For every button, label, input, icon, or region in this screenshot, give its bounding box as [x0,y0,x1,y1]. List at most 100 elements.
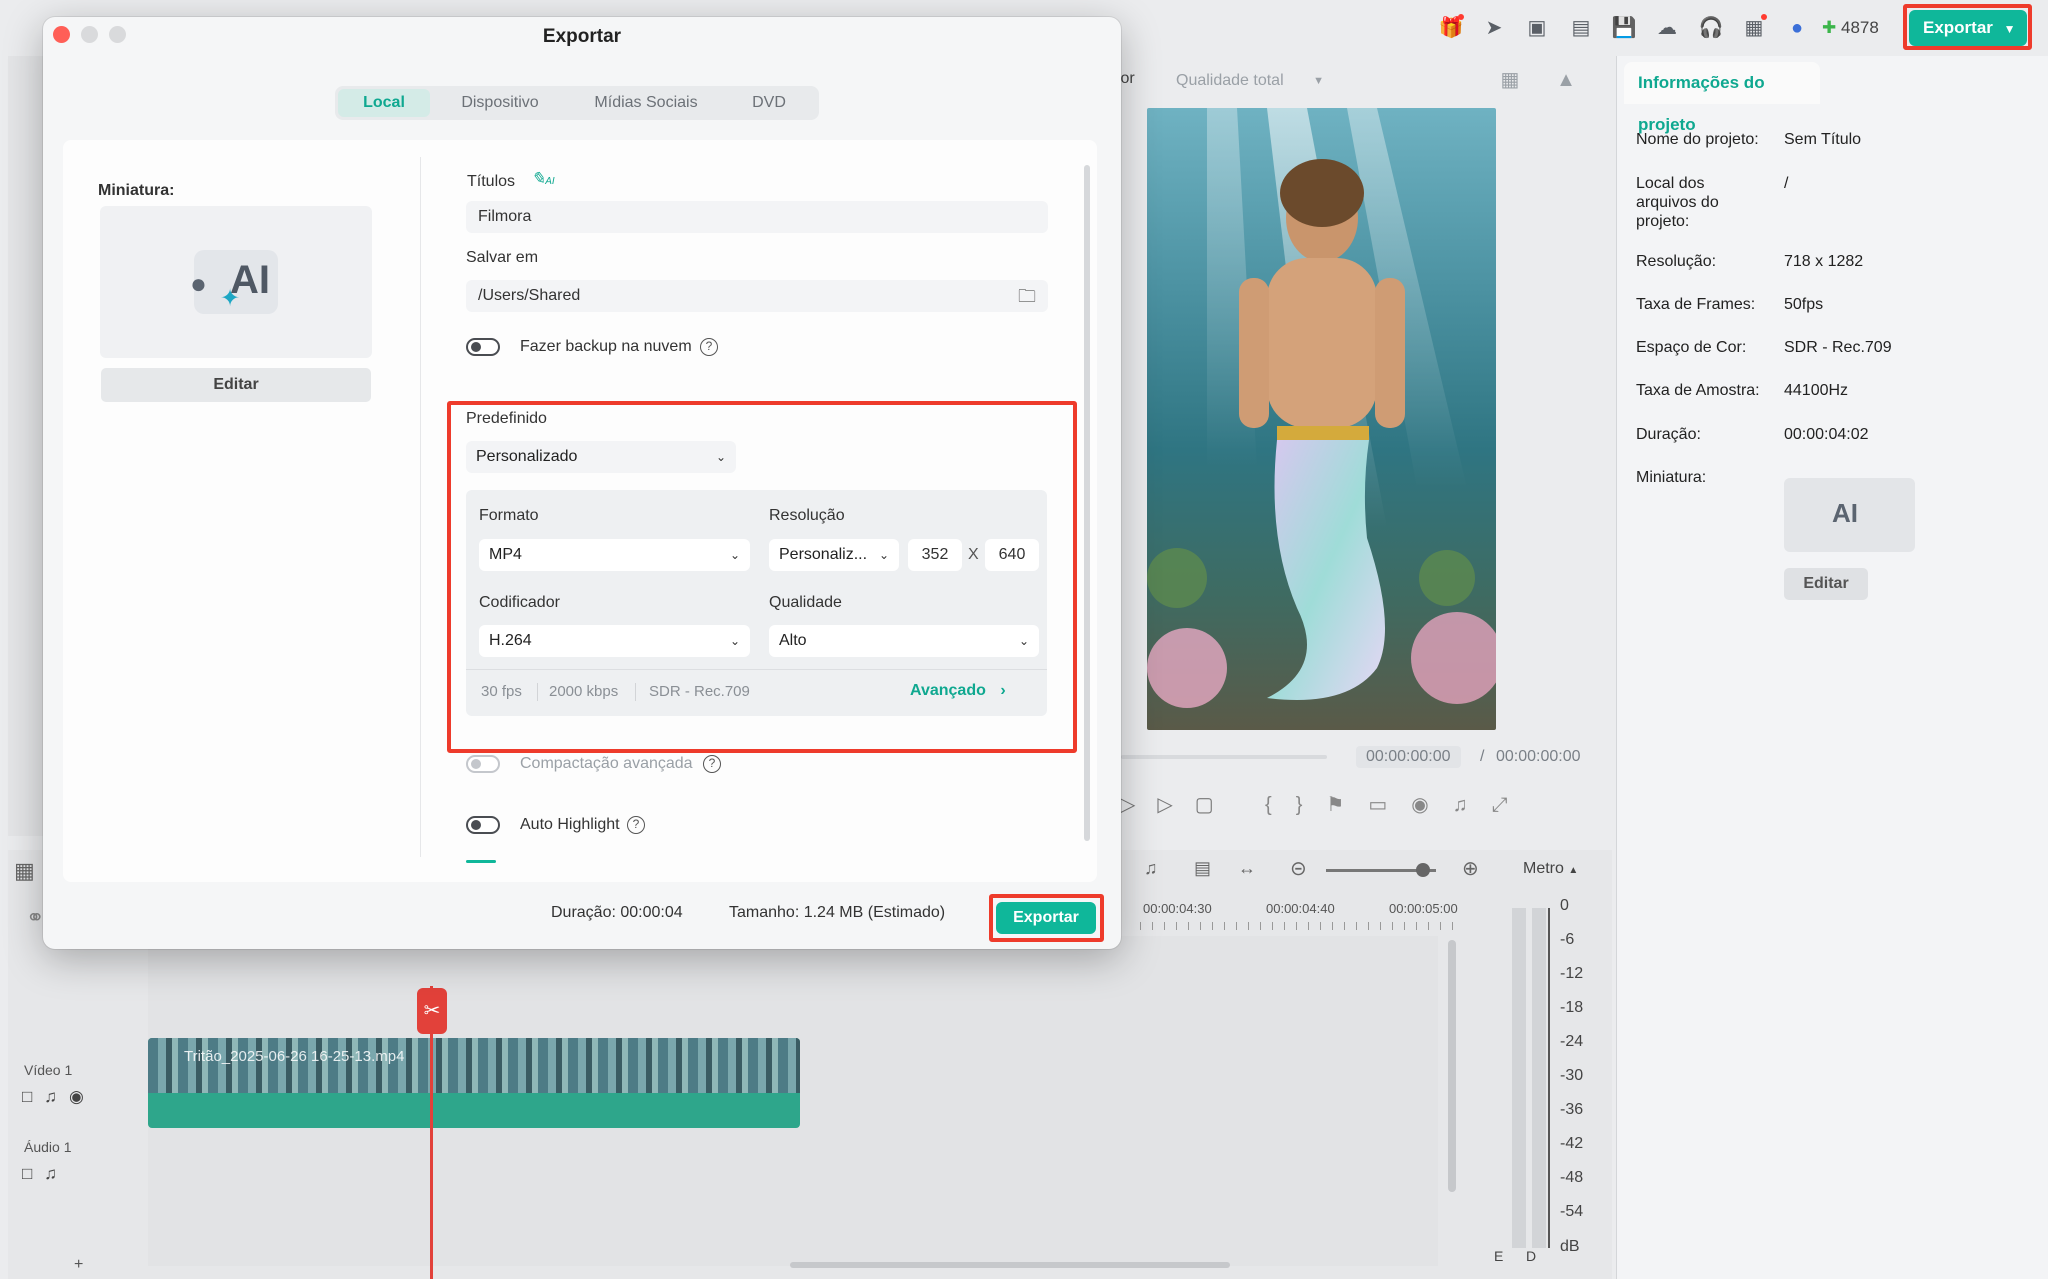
preview-frame-illustration [1147,108,1496,708]
credits-display[interactable]: ✚ 4878 [1822,14,1879,42]
clip-tools-icon[interactable]: ▤ [1194,858,1211,879]
eye-icon[interactable]: ◉ [69,1087,96,1106]
volume-icon[interactable]: ♫ [1453,794,1492,816]
scissors-icon[interactable]: ✂ [417,988,447,1034]
grid-view-icon[interactable]: ▦ [1496,66,1524,94]
timeline-toolbar: ♫ ▤ ↔ ⊝ ⊕ Metro ▲ [1140,856,1610,886]
lock-icon[interactable]: □ [22,1164,44,1183]
save-to-label: Salvar em [466,249,539,266]
image-icon[interactable]: ▲ [1552,66,1580,94]
thumbnail-preview: AI ● ✦ [100,206,372,358]
info-value-duration: 00:00:04:02 [1784,426,1869,443]
video-clip[interactable]: Tritão_2025-06-26 16-25-13.mp4 [148,1038,800,1128]
ai-logo-icon: AI ● ✦ [190,250,278,314]
link-icon[interactable]: ⚭ [26,905,44,931]
advanced-compression-label: Compactação avançada [520,755,693,772]
layout-grid-icon[interactable]: ▦ [14,858,35,884]
chat-icon[interactable]: ▣ [1523,14,1551,42]
fullscreen-icon[interactable]: ⤢ [1492,794,1532,816]
titles-label: Títulos [467,173,516,190]
meter-scale-label: -48 [1560,1169,1584,1186]
toggle-knob [471,759,481,769]
tab-social-media[interactable]: Mídias Sociais [571,89,721,117]
thumbnail-label: Miniatura: [98,182,175,199]
prev-frame-icon[interactable]: ▷ [1120,794,1157,816]
audio-track-controls: □♫ [22,1164,69,1184]
ai-logo-icon: AI [1832,498,1858,528]
help-icon[interactable]: ? [700,338,718,356]
meter-scale-label: -30 [1560,1067,1584,1084]
cloud-upload-icon[interactable]: ☁ [1653,14,1681,42]
meter-scale-label: -12 [1560,965,1584,982]
timeline-horizontal-scrollbar[interactable] [790,1262,1230,1268]
zoom-slider-handle[interactable] [1416,863,1430,877]
user-avatar-icon[interactable]: ● [1783,14,1811,42]
credits-icon: ✚ [1822,18,1837,37]
play-icon[interactable]: ▷ [1157,794,1194,816]
tab-dvd[interactable]: DVD [727,89,811,117]
info-thumbnail: AI [1784,478,1915,552]
video-track-label: Vídeo 1 [24,1062,73,1078]
current-time: 00:00:00:00 [1356,746,1461,768]
auto-highlight-toggle[interactable] [466,816,500,834]
info-label-resolution: Resolução: [1636,253,1717,270]
lock-icon[interactable]: □ [22,1087,44,1106]
tab-local[interactable]: Local [338,89,430,117]
speaker-icon[interactable]: ♫ [44,1087,69,1106]
info-value-resolution: 718 x 1282 [1784,253,1864,270]
info-value-colorspace: SDR - Rec.709 [1784,339,1892,356]
ruler-tick-label: 00:00:05:00 [1389,901,1458,916]
meter-scale-label: -18 [1560,999,1584,1016]
save-path-value: /Users/Shared [478,287,581,304]
meter-unit-label: dB [1560,1238,1580,1255]
save-icon[interactable]: 💾 [1610,14,1638,42]
audio-tools-icon[interactable]: ♫ [1144,858,1158,879]
highlight-box [447,401,1077,753]
time-separator: / [1480,748,1485,765]
highlight-box [1903,4,2032,50]
speaker-icon[interactable]: ♫ [44,1164,69,1183]
info-value-location: / [1784,175,1789,192]
meter-channel-right: D [1526,1248,1537,1264]
preview-quality-select[interactable]: Qualidade total ▼ [1166,66,1334,96]
info-edit-button[interactable]: Editar [1784,568,1868,600]
info-label-duration: Duração: [1636,426,1701,443]
headset-icon[interactable]: 🎧 [1697,14,1725,42]
mark-out-icon[interactable]: } [1296,794,1327,816]
clip-thumbnails [148,1038,800,1093]
display-icon[interactable]: ▭ [1368,794,1411,816]
mark-in-icon[interactable]: { [1265,794,1296,816]
info-label-location: Local dos arquivos do projeto: [1636,175,1719,230]
snapshot-icon[interactable]: ◉ [1411,794,1452,816]
ai-title-icon[interactable]: ✎AI [531,169,555,189]
chevron-up-icon: ▲ [1568,865,1579,876]
info-value-framerate: 50fps [1784,296,1824,313]
zoom-in-icon[interactable]: ⊕ [1462,856,1479,881]
highlight-box [989,894,1104,942]
tab-device[interactable]: Dispositivo [435,89,565,117]
marker-icon[interactable]: ⚑ [1326,794,1368,816]
zoom-out-icon[interactable]: ⊝ [1290,856,1307,881]
preview-quality-value: Qualidade total [1176,72,1284,89]
thumbnail-edit-button[interactable]: Editar [101,368,371,402]
advanced-compression-toggle[interactable] [466,755,500,773]
help-icon[interactable]: ? [627,816,645,834]
tab-project-info[interactable]: Informações do projeto [1624,62,1820,134]
save-path-input[interactable]: /Users/Shared 🗀 [466,280,1048,312]
layout-icon[interactable]: ▤ [1567,14,1595,42]
timeline-vertical-scrollbar[interactable] [1448,940,1456,1192]
help-icon[interactable]: ? [703,755,721,773]
preview-progress-bar[interactable] [1121,755,1327,759]
meter-mode-select[interactable]: Metro ▲ [1523,860,1578,878]
meter-scale-label: -6 [1560,931,1575,948]
cloud-backup-toggle[interactable] [466,338,500,356]
stop-icon[interactable]: ▢ [1195,794,1236,816]
settings-scrollbar[interactable] [1084,165,1090,841]
cloud-backup-label: Fazer backup na nuvem [520,338,692,355]
add-track-button[interactable]: + [74,1256,83,1274]
titles-input[interactable]: Filmora [466,201,1048,233]
fit-icon[interactable]: ↔ [1238,858,1256,879]
folder-icon[interactable]: 🗀 [1018,280,1036,312]
left-panel-strip [8,56,44,836]
send-icon[interactable]: ➤ [1480,14,1508,42]
